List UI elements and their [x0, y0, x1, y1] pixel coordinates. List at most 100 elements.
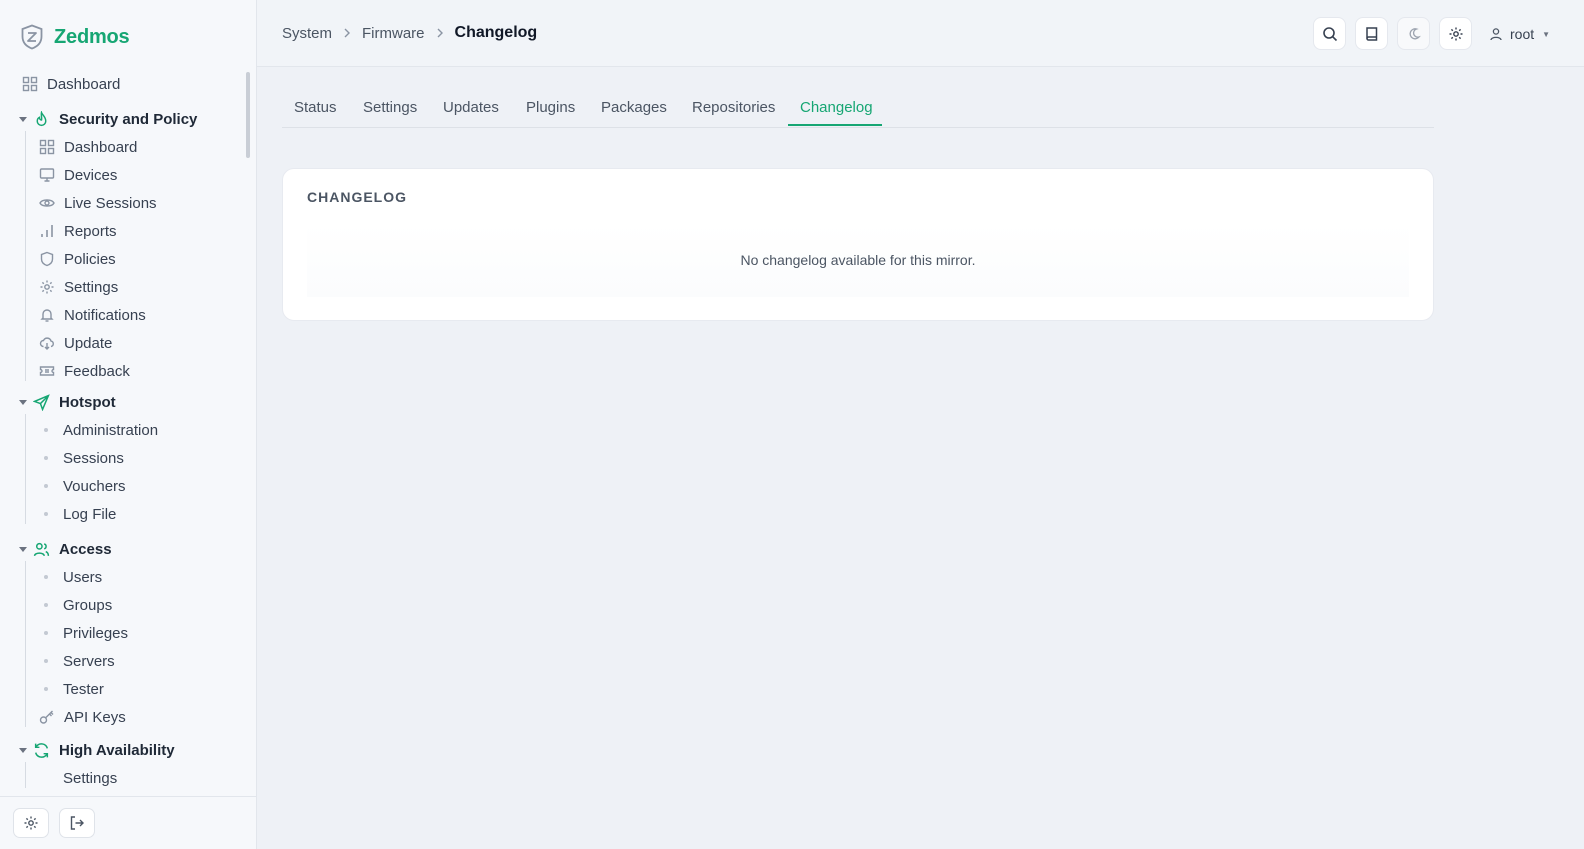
sidebar-item-update[interactable]: Update [39, 331, 112, 355]
tree-line [25, 414, 26, 524]
search-button[interactable] [1313, 17, 1346, 50]
settings-button[interactable] [1439, 17, 1472, 50]
sidebar-item-ha-settings[interactable]: Settings [44, 766, 117, 788]
sidebar-item-label: Servers [63, 652, 115, 670]
sidebar-item-label: Live Sessions [64, 194, 157, 212]
tree-line [25, 561, 26, 727]
sidebar-item-reports[interactable]: Reports [39, 219, 117, 243]
firmware-tabs: Status Settings Updates Plugins Packages… [282, 93, 1434, 128]
sidebar-item-groups[interactable]: Groups [44, 593, 112, 617]
changelog-card: CHANGELOG No changelog available for thi… [282, 168, 1434, 321]
sidebar-item-label: Sessions [63, 449, 124, 467]
sidebar-item-notifications[interactable]: Notifications [39, 303, 146, 327]
sidebar-item-feedback[interactable]: Feedback [39, 359, 130, 383]
top-header: System Firmware Changelog root ▼ [257, 0, 1584, 67]
sidebar-scrollbar[interactable] [246, 72, 250, 158]
sidebar-item-label: API Keys [64, 708, 126, 726]
sidebar-item-devices[interactable]: Devices [39, 163, 117, 187]
sidebar-item-settings[interactable]: Settings [39, 275, 118, 299]
sidebar-item-label: Log File [63, 505, 117, 523]
section-access[interactable]: Access [18, 537, 112, 561]
monitor-icon [39, 167, 55, 183]
sidebar-item-security-dashboard[interactable]: Dashboard [39, 135, 137, 159]
empty-state-message: No changelog available for this mirror. [740, 252, 976, 268]
theme-toggle-button[interactable] [1397, 17, 1430, 50]
tab-repositories[interactable]: Repositories [692, 99, 775, 128]
cloud-download-icon [39, 335, 55, 351]
section-security-and-policy[interactable]: Security and Policy [18, 107, 197, 131]
brand[interactable]: Zedmos [20, 22, 130, 52]
footer-settings-button[interactable] [13, 808, 49, 838]
user-name: root [1510, 26, 1535, 42]
sidebar-item-log-file[interactable]: Log File [44, 502, 116, 526]
section-title: Access [59, 540, 112, 558]
sidebar-item-dashboard[interactable]: Dashboard [22, 72, 120, 96]
tab-updates[interactable]: Updates [443, 99, 499, 128]
bar-chart-icon [39, 223, 55, 239]
sidebar-item-label: Dashboard [47, 75, 121, 93]
tab-plugins[interactable]: Plugins [526, 99, 575, 128]
section-high-availability[interactable]: High Availability [18, 738, 175, 762]
tree-line [25, 131, 26, 381]
sidebar-nav: Dashboard Security and Policy Dashboard … [0, 68, 256, 788]
tree-line [25, 762, 26, 788]
logo-shield-icon [20, 24, 44, 50]
gear-icon [1448, 26, 1464, 42]
breadcrumb-firmware[interactable]: Firmware [362, 25, 425, 42]
sidebar-item-sessions[interactable]: Sessions [44, 446, 124, 470]
chevron-right-icon [341, 27, 353, 39]
dashboard-icon [22, 76, 38, 92]
sidebar-item-privileges[interactable]: Privileges [44, 621, 128, 645]
sidebar-item-label: Notifications [64, 306, 146, 324]
logout-icon [69, 815, 85, 831]
flame-icon [33, 110, 50, 128]
sidebar-item-label: Groups [63, 596, 113, 614]
breadcrumb-current: Changelog [454, 24, 538, 41]
breadcrumb-system[interactable]: System [282, 25, 332, 42]
caret-down-icon [18, 114, 28, 124]
sidebar-item-vouchers[interactable]: Vouchers [44, 474, 126, 498]
sidebar-item-label: Policies [64, 250, 116, 268]
bullet-dot [44, 456, 48, 460]
gear-icon [23, 815, 39, 831]
refresh-icon [33, 742, 50, 759]
sidebar-item-servers[interactable]: Servers [44, 649, 115, 673]
tab-packages[interactable]: Packages [601, 99, 667, 128]
bullet-dot [44, 512, 48, 516]
sidebar-item-label: Administration [63, 421, 159, 439]
bell-icon [39, 307, 55, 323]
empty-state-panel: No changelog available for this mirror. [307, 223, 1409, 297]
breadcrumb: System Firmware Changelog [282, 22, 537, 44]
section-hotspot[interactable]: Hotspot [18, 390, 116, 414]
user-menu[interactable]: root ▼ [1489, 22, 1550, 46]
caret-down-icon [18, 745, 28, 755]
caret-down-icon: ▼ [1542, 29, 1551, 39]
chevron-right-icon [434, 27, 446, 39]
dashboard-icon [39, 139, 55, 155]
tab-settings[interactable]: Settings [363, 99, 417, 128]
bullet-dot [44, 631, 48, 635]
logout-button[interactable] [59, 808, 95, 838]
sidebar-item-live-sessions[interactable]: Live Sessions [39, 191, 157, 215]
sidebar-item-label: Update [64, 334, 113, 352]
book-icon [1364, 26, 1380, 42]
sidebar-item-label: Reports [64, 222, 117, 240]
caret-down-icon [18, 397, 28, 407]
ticket-icon [39, 363, 55, 379]
sidebar-item-api-keys[interactable]: API Keys [39, 705, 126, 729]
sidebar-item-policies[interactable]: Policies [39, 247, 116, 271]
sidebar-item-tester[interactable]: Tester [44, 677, 104, 701]
caret-down-icon [18, 544, 28, 554]
tab-status[interactable]: Status [294, 99, 337, 128]
sidebar-item-label: Vouchers [63, 477, 126, 495]
sidebar-item-label: Settings [64, 278, 119, 296]
sidebar: Zedmos Dashboard Security and Policy Das… [0, 0, 257, 849]
sidebar-item-users[interactable]: Users [44, 565, 102, 589]
docs-button[interactable] [1355, 17, 1388, 50]
section-title: Security and Policy [59, 110, 198, 128]
shield-icon [39, 251, 55, 267]
sidebar-item-administration[interactable]: Administration [44, 418, 158, 442]
user-icon [1489, 27, 1503, 41]
sidebar-footer [0, 796, 256, 849]
bullet-dot [44, 484, 48, 488]
